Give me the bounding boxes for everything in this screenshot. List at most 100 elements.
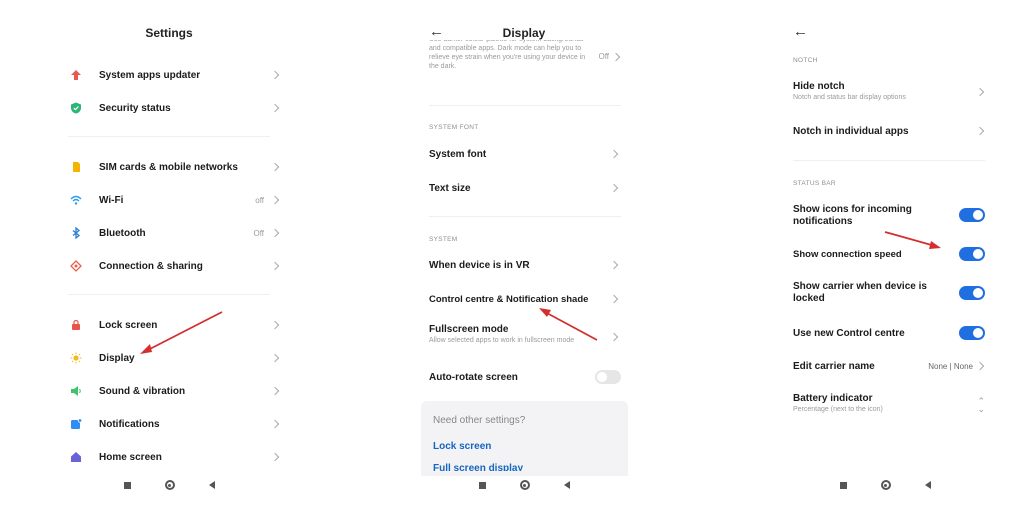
autorotate-toggle[interactable] bbox=[595, 370, 621, 384]
sidebar-item-wifi[interactable]: Wi-Fi off bbox=[56, 187, 282, 213]
vr-row[interactable]: When device is in VR bbox=[429, 252, 621, 278]
chevron-right-icon bbox=[270, 452, 280, 462]
sidebar-item-lock-screen[interactable]: Lock screen bbox=[56, 312, 282, 338]
new-control-centre-row[interactable]: Use new Control centre bbox=[793, 320, 995, 346]
item-label: SIM cards & mobile networks bbox=[99, 161, 238, 173]
home-button[interactable] bbox=[164, 480, 175, 490]
chevron-right-icon bbox=[609, 149, 619, 159]
sidebar-item-connection-sharing[interactable]: Connection & sharing bbox=[56, 253, 282, 279]
back-button[interactable] bbox=[563, 481, 570, 489]
hide-notch-row[interactable]: Hide notch Notch and status bar display … bbox=[793, 81, 987, 109]
chevron-right-icon bbox=[270, 70, 280, 80]
show-speed-row[interactable]: Show connection speed bbox=[793, 241, 995, 267]
item-label: When device is in VR bbox=[429, 259, 530, 271]
item-label: Notch in individual apps bbox=[793, 125, 909, 137]
notch-apps-row[interactable]: Notch in individual apps bbox=[793, 118, 987, 144]
shield-icon bbox=[70, 102, 82, 114]
system-font-row[interactable]: System font bbox=[429, 141, 621, 167]
item-subtitle: Percentage (next to the icon) bbox=[793, 406, 883, 413]
show-carrier-toggle[interactable] bbox=[959, 286, 985, 300]
back-arrow-icon[interactable]: ← bbox=[793, 24, 808, 40]
back-button[interactable] bbox=[924, 481, 931, 489]
sidebar-item-notifications[interactable]: Notifications bbox=[56, 411, 282, 437]
page-title: Display bbox=[502, 26, 546, 40]
home-button[interactable] bbox=[519, 480, 530, 490]
dark-mode-row[interactable]: Use darker colour palette for system bac… bbox=[429, 40, 589, 84]
sidebar-item-sound-vibration[interactable]: Sound & vibration bbox=[56, 378, 282, 404]
divider bbox=[68, 294, 270, 295]
sun-icon bbox=[70, 352, 82, 364]
divider bbox=[429, 105, 621, 106]
sidebar-item-security-status[interactable]: Security status bbox=[56, 95, 282, 121]
notch-statusbar-panel: ← NOTCH Hide notch Notch and status bar … bbox=[775, 0, 995, 512]
back-button[interactable] bbox=[208, 481, 215, 489]
chevron-right-icon bbox=[611, 52, 621, 62]
chevron-right-icon bbox=[270, 195, 280, 205]
chevron-right-icon bbox=[975, 126, 985, 136]
bluetooth-icon bbox=[70, 227, 82, 239]
item-label: Notifications bbox=[99, 418, 160, 430]
new-control-centre-toggle[interactable] bbox=[959, 326, 985, 340]
nav-bar bbox=[775, 480, 995, 490]
show-icons-row[interactable]: Show icons for incoming notifications bbox=[793, 204, 995, 230]
item-label: Show carrier when device is locked bbox=[793, 281, 927, 304]
sidebar-item-display[interactable]: Display bbox=[56, 345, 282, 371]
edit-carrier-row[interactable]: Edit carrier name None | None bbox=[793, 353, 987, 379]
settings-panel: Settings System apps updater Security st… bbox=[56, 0, 282, 512]
divider bbox=[429, 216, 621, 217]
recents-button[interactable] bbox=[478, 481, 486, 489]
recents-button[interactable] bbox=[123, 481, 131, 489]
control-centre-row[interactable]: Control centre & Notification shade bbox=[429, 286, 621, 312]
chevron-right-icon bbox=[609, 294, 619, 304]
text-size-row[interactable]: Text size bbox=[429, 175, 621, 201]
wifi-icon bbox=[70, 194, 82, 206]
item-label: Use new Control centre bbox=[793, 327, 905, 339]
item-label: Security status bbox=[99, 102, 171, 114]
item-label: Edit carrier name bbox=[793, 360, 875, 372]
item-value: Off bbox=[253, 228, 264, 238]
page-title: Settings bbox=[145, 26, 193, 40]
sidebar-item-sim-cards[interactable]: SIM cards & mobile networks bbox=[56, 154, 282, 180]
dark-mode-description: Use darker colour palette for system bac… bbox=[429, 40, 586, 70]
lock-icon bbox=[70, 319, 82, 331]
item-label: Text size bbox=[429, 182, 471, 194]
show-speed-toggle[interactable] bbox=[959, 247, 985, 261]
chevron-right-icon bbox=[270, 320, 280, 330]
item-label: Home screen bbox=[99, 451, 162, 463]
notification-icon bbox=[70, 418, 82, 430]
display-panel: ← Display Use darker colour palette for … bbox=[413, 0, 635, 512]
recents-button[interactable] bbox=[839, 481, 847, 489]
chevron-right-icon bbox=[270, 353, 280, 363]
sidebar-item-bluetooth[interactable]: Bluetooth Off bbox=[56, 220, 282, 246]
item-label: Display bbox=[99, 352, 135, 364]
link-lock-screen[interactable]: Lock screen bbox=[433, 441, 491, 452]
sim-card-icon bbox=[70, 161, 82, 173]
item-label: Auto-rotate screen bbox=[429, 371, 518, 383]
autorotate-row[interactable]: Auto-rotate screen bbox=[429, 364, 635, 390]
section-header-system-font: SYSTEM FONT bbox=[429, 124, 479, 131]
item-label: Lock screen bbox=[99, 319, 158, 331]
sidebar-item-system-apps-updater[interactable]: System apps updater bbox=[56, 62, 282, 88]
show-icons-toggle[interactable] bbox=[959, 208, 985, 222]
chevron-right-icon bbox=[270, 228, 280, 238]
other-settings-card: Need other settings? Lock screen Full sc… bbox=[421, 401, 628, 481]
card-title: Need other settings? bbox=[433, 415, 526, 426]
item-subtitle: Notch and status bar display options bbox=[793, 94, 906, 101]
item-label: System apps updater bbox=[99, 69, 201, 81]
sidebar-item-home-screen[interactable]: Home screen bbox=[56, 444, 282, 470]
item-label: Fullscreen mode bbox=[429, 324, 509, 335]
battery-indicator-row[interactable]: Battery indicator Percentage (next to th… bbox=[793, 393, 987, 421]
fullscreen-row[interactable]: Fullscreen mode Allow selected apps to w… bbox=[429, 324, 621, 354]
chevron-right-icon bbox=[270, 261, 280, 271]
item-label: Wi-Fi bbox=[99, 194, 124, 206]
nav-bar bbox=[56, 480, 282, 490]
chevron-right-icon bbox=[270, 103, 280, 113]
show-carrier-row[interactable]: Show carrier when device is locked bbox=[793, 281, 995, 307]
home-button[interactable] bbox=[880, 480, 891, 490]
divider bbox=[793, 160, 985, 161]
chevron-right-icon bbox=[609, 183, 619, 193]
chevron-right-icon bbox=[975, 361, 985, 371]
link-full-screen-display[interactable]: Full screen display bbox=[433, 463, 523, 471]
item-label: Control centre & Notification shade bbox=[429, 293, 589, 305]
expand-collapse-icon: ⌃ ⌄ bbox=[977, 396, 985, 414]
